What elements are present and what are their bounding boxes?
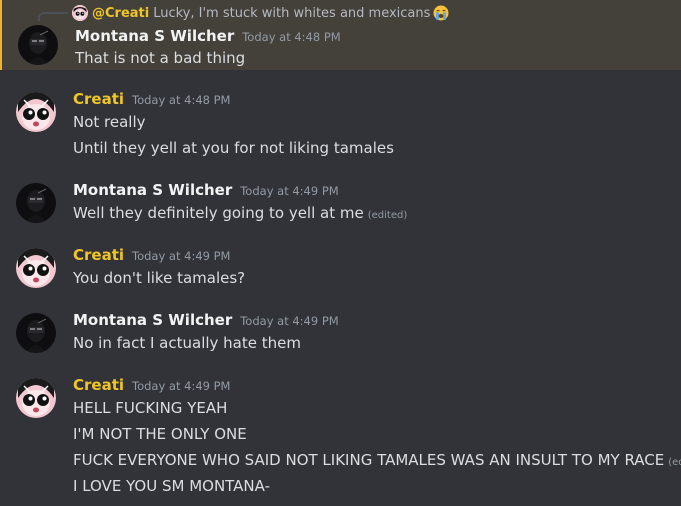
avatar-creati[interactable] (16, 92, 56, 132)
timestamp[interactable]: Today at 4:49 PM (240, 184, 338, 198)
message-group[interactable]: Creati Today at 4:49 PM HELL FUCKING YEA… (0, 374, 681, 506)
reply-author[interactable]: @Creati (92, 6, 149, 21)
avatar-montana[interactable] (16, 313, 56, 353)
message-header: Montana S Wilcher Today at 4:49 PM (73, 181, 339, 203)
avatar-montana[interactable] (18, 25, 58, 65)
chat-messages: @Creati Lucky, I'm stuck with whites and… (0, 0, 681, 506)
message-text: I'M NOT THE ONLY ONE (73, 425, 247, 443)
timestamp[interactable]: Today at 4:49 PM (132, 249, 230, 263)
timestamp[interactable]: Today at 4:49 PM (132, 379, 230, 393)
message-content: Well they definitely going to yell at me (73, 204, 364, 222)
message-header: Creati Today at 4:49 PM (73, 376, 230, 398)
loudly-crying-face-icon (433, 5, 449, 21)
message-text: FUCK EVERYONE WHO SAID NOT LIKING TAMALE… (73, 449, 681, 474)
message-text: That is not a bad thing (75, 49, 246, 67)
avatar-creati[interactable] (16, 248, 56, 288)
avatar-montana[interactable] (16, 183, 56, 223)
author-name[interactable]: Creati (73, 376, 124, 394)
message-text: Until they yell at you for not liking ta… (73, 139, 394, 157)
message-group[interactable]: Montana S Wilcher Today at 4:49 PM No in… (0, 309, 681, 359)
reply-preview[interactable]: @Creati Lucky, I'm stuck with whites and… (72, 4, 449, 22)
message-header: Montana S Wilcher Today at 4:49 PM (73, 311, 339, 333)
message-group[interactable]: @Creati Lucky, I'm stuck with whites and… (0, 0, 681, 70)
message-text: HELL FUCKING YEAH (73, 399, 228, 417)
reply-text[interactable]: Lucky, I'm stuck with whites and mexican… (153, 6, 430, 21)
message-group[interactable]: Montana S Wilcher Today at 4:49 PM Well … (0, 179, 681, 229)
timestamp[interactable]: Today at 4:48 PM (132, 93, 230, 107)
reply-connector (38, 12, 68, 21)
message-text: Not really (73, 113, 146, 131)
message-text: Well they definitely going to yell at me… (73, 202, 407, 227)
author-name[interactable]: Creati (73, 90, 124, 108)
message-text: I LOVE YOU SM MONTANA- (73, 477, 270, 495)
author-name[interactable]: Montana S Wilcher (73, 181, 232, 199)
message-text: You don't like tamales? (73, 269, 246, 287)
message-group[interactable]: Creati Today at 4:48 PM Not really Until… (0, 88, 681, 163)
message-header: Creati Today at 4:48 PM (73, 90, 230, 112)
message-header: Creati Today at 4:49 PM (73, 246, 230, 268)
edited-label: (edited) (668, 457, 681, 468)
message-text: No in fact I actually hate them (73, 334, 301, 352)
author-name[interactable]: Montana S Wilcher (73, 311, 232, 329)
message-header: Montana S Wilcher Today at 4:48 PM (75, 27, 341, 49)
author-name[interactable]: Montana S Wilcher (75, 27, 234, 45)
reply-avatar (72, 5, 88, 21)
edited-label: (edited) (367, 210, 408, 221)
timestamp[interactable]: Today at 4:48 PM (242, 30, 340, 44)
avatar-creati[interactable] (16, 378, 56, 418)
message-content: FUCK EVERYONE WHO SAID NOT LIKING TAMALE… (73, 451, 665, 469)
timestamp[interactable]: Today at 4:49 PM (240, 314, 338, 328)
author-name[interactable]: Creati (73, 246, 124, 264)
message-group[interactable]: Creati Today at 4:49 PM You don't like t… (0, 244, 681, 294)
